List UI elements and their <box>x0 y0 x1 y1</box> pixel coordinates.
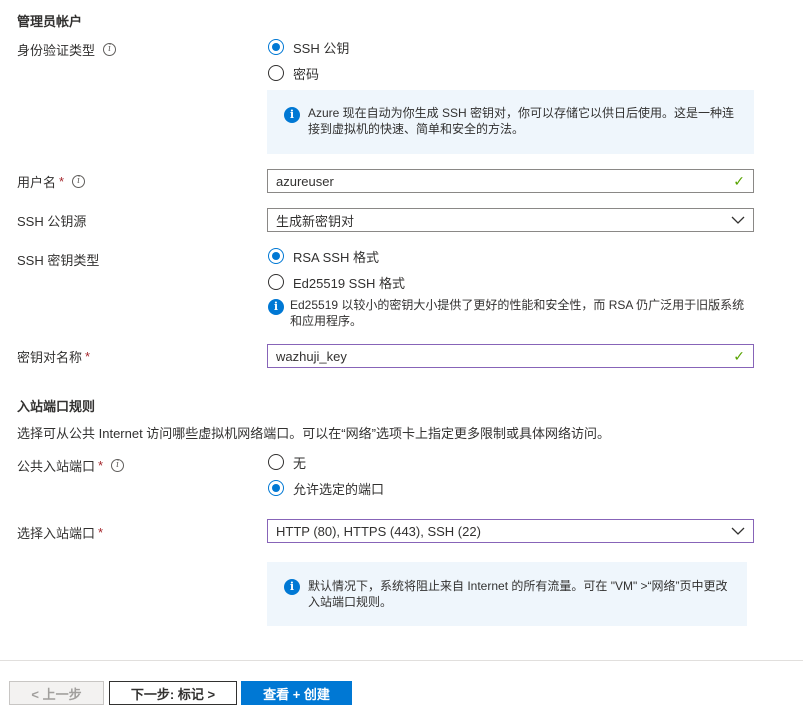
required-marker: * <box>98 525 104 540</box>
checkmark-icon: ✓ <box>733 172 745 189</box>
auth-type-option-password[interactable]: 密码 <box>268 63 349 83</box>
ssh-source-dropdown[interactable]: 生成新密钥对 <box>267 208 754 232</box>
radio-icon[interactable] <box>268 274 284 290</box>
auth-type-option-ssh[interactable]: SSH 公钥 <box>268 37 349 57</box>
ssh-source-label: SSH 公钥源 <box>17 214 87 229</box>
checkmark-icon: ✓ <box>733 347 745 364</box>
auth-info-text: Azure 现在自动为你生成 SSH 密钥对，你可以存储它以供日后使用。这是一种… <box>308 106 735 136</box>
ssh-key-type-label: SSH 密钥类型 <box>17 253 100 268</box>
username-label-text: 用户名 <box>17 175 57 190</box>
ssh-key-type-option-label: Ed25519 SSH 格式 <box>293 275 406 291</box>
key-pair-name-label: 密钥对名称 * <box>17 347 90 366</box>
public-ports-radio-group: 无 允许选定的端口 <box>268 452 384 498</box>
footer-divider <box>0 660 803 661</box>
ssh-source-value: 生成新密钥对 <box>276 213 355 229</box>
info-icon: i <box>284 579 300 595</box>
ssh-key-type-option-ed25519[interactable]: Ed25519 SSH 格式 <box>268 272 405 292</box>
info-icon[interactable]: i <box>103 43 117 56</box>
required-marker: * <box>85 349 91 364</box>
inbound-description: 选择可从公共 Internet 访问哪些虚拟机网络端口。可以在“网络”选项卡上指… <box>17 426 610 441</box>
info-icon[interactable]: i <box>72 175 86 188</box>
chevron-down-icon <box>731 527 745 535</box>
key-pair-name-input[interactable]: wazhuji_key ✓ <box>267 344 754 368</box>
info-icon[interactable]: i <box>111 459 125 472</box>
select-ports-label-text: 选择入站端口 <box>17 526 96 541</box>
public-ports-option-label: 允许选定的端口 <box>293 481 385 497</box>
auth-type-option-label: 密码 <box>293 66 320 82</box>
public-ports-option-label: 无 <box>293 455 307 471</box>
select-ports-label: 选择入站端口 * <box>17 523 103 542</box>
inbound-section-heading: 入站端口规则 <box>17 399 96 414</box>
radio-icon[interactable] <box>268 39 284 55</box>
key-pair-name-value: wazhuji_key <box>276 348 347 364</box>
auth-info-box: i Azure 现在自动为你生成 SSH 密钥对，你可以存储它以供日后使用。这是… <box>267 90 754 154</box>
public-ports-option-selected[interactable]: 允许选定的端口 <box>268 478 384 498</box>
admin-section-heading: 管理员帐户 <box>17 14 83 29</box>
chevron-down-icon <box>731 216 745 224</box>
required-marker: * <box>98 458 104 473</box>
public-ports-option-none[interactable]: 无 <box>268 452 384 472</box>
public-ports-label-text: 公共入站端口 <box>17 459 96 474</box>
required-marker: * <box>59 174 65 189</box>
public-ports-label: 公共入站端口 * i <box>17 456 125 475</box>
inbound-info-text: 默认情况下，系统将阻止来自 Internet 的所有流量。可在 "VM" >“网… <box>308 579 728 609</box>
username-input[interactable]: azureuser ✓ <box>267 169 754 193</box>
select-ports-dropdown[interactable]: HTTP (80), HTTPS (443), SSH (22) <box>267 519 754 543</box>
radio-icon[interactable] <box>268 65 284 81</box>
auth-type-label: 身份验证类型 i <box>17 40 117 59</box>
radio-icon[interactable] <box>268 248 284 264</box>
auth-type-label-text: 身份验证类型 <box>17 43 96 58</box>
info-icon: i <box>268 299 284 315</box>
auth-type-option-label: SSH 公钥 <box>293 40 350 56</box>
review-create-button[interactable]: 查看 + 创建 <box>241 681 352 705</box>
next-tags-button[interactable]: 下一步: 标记 > <box>109 681 237 705</box>
radio-icon[interactable] <box>268 454 284 470</box>
key-pair-name-label-text: 密钥对名称 <box>17 350 83 365</box>
select-ports-value: HTTP (80), HTTPS (443), SSH (22) <box>276 523 481 539</box>
ssh-key-type-radio-group: RSA SSH 格式 Ed25519 SSH 格式 <box>268 246 405 292</box>
username-label: 用户名 * i <box>17 172 86 191</box>
info-icon: i <box>284 107 300 123</box>
radio-icon[interactable] <box>268 480 284 496</box>
auth-type-radio-group: SSH 公钥 密码 <box>268 37 349 83</box>
previous-button[interactable]: < 上一步 <box>9 681 104 705</box>
ssh-key-type-option-label: RSA SSH 格式 <box>293 249 379 265</box>
ssh-key-type-info-text: Ed25519 以较小的密钥大小提供了更好的性能和安全性，而 RSA 仍广泛用于… <box>290 298 745 328</box>
username-value: azureuser <box>276 173 334 189</box>
inbound-info-box: i 默认情况下，系统将阻止来自 Internet 的所有流量。可在 "VM" >… <box>267 562 747 626</box>
ssh-key-type-option-rsa[interactable]: RSA SSH 格式 <box>268 246 405 266</box>
